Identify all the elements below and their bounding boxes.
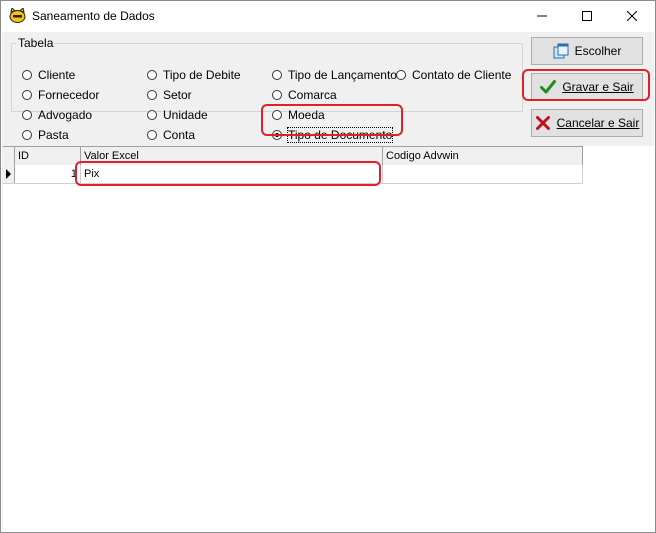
maximize-button[interactable] — [564, 1, 610, 31]
column-header-id[interactable]: ID — [15, 147, 81, 165]
radio-circle-icon — [22, 130, 32, 140]
radio-label: Setor — [163, 88, 192, 102]
copy-window-icon — [553, 43, 569, 59]
cancelar-e-sair-button[interactable]: Cancelar e Sair — [531, 109, 643, 137]
tabela-groupbox: Tabela Cliente Fornecedor Advogado Pasta — [11, 36, 523, 143]
radio-circle-icon — [22, 110, 32, 120]
minimize-button[interactable] — [519, 1, 565, 31]
radio-label: Cliente — [38, 68, 76, 82]
tabela-legend: Tabela — [18, 36, 54, 50]
close-button[interactable] — [609, 1, 655, 31]
radio-circle-icon — [147, 130, 157, 140]
radio-moeda[interactable]: Moeda — [272, 108, 325, 122]
radio-circle-icon — [272, 70, 282, 80]
radio-comarca[interactable]: Comarca — [272, 88, 337, 102]
radio-cliente[interactable]: Cliente — [22, 68, 75, 82]
table-row[interactable]: 1 Pix — [3, 165, 583, 184]
radio-label: Tipo de Debite — [163, 68, 241, 82]
radio-circle-icon — [272, 110, 282, 120]
radio-contato-de-cliente[interactable]: Contato de Cliente — [396, 68, 511, 82]
radio-tipo-de-documento[interactable]: Tipo de Documento — [272, 127, 394, 143]
current-row-indicator-icon — [3, 165, 15, 183]
radio-circle-icon — [22, 70, 32, 80]
radio-advogado[interactable]: Advogado — [22, 108, 92, 122]
x-cancel-icon — [535, 115, 551, 131]
radio-label: Unidade — [163, 108, 208, 122]
close-icon — [626, 8, 638, 24]
radio-circle-icon — [147, 110, 157, 120]
cell-id[interactable]: 1 — [15, 165, 81, 183]
radio-label: Advogado — [38, 108, 93, 122]
cell-valor-excel[interactable]: Pix — [81, 165, 383, 183]
maximize-icon — [582, 8, 592, 24]
data-grid[interactable]: ID Valor Excel Codigo Advwin 1 Pix — [3, 146, 655, 531]
radio-circle-icon — [147, 70, 157, 80]
cell-codigo-advwin[interactable] — [383, 165, 583, 183]
radio-label: Moeda — [288, 108, 325, 122]
radio-label: Tipo de Lançamento — [288, 68, 397, 82]
radio-circle-icon — [147, 90, 157, 100]
radio-label: Conta — [163, 128, 196, 142]
escolher-label: Escolher — [574, 44, 622, 58]
radio-label: Comarca — [288, 88, 337, 102]
radio-label: Tipo de Documento — [286, 127, 394, 143]
gravar-e-sair-button[interactable]: Gravar e Sair — [531, 73, 643, 101]
radio-circle-icon — [272, 90, 282, 100]
row-header-corner — [3, 147, 15, 165]
cancelar-e-sair-label: Cancelar e Sair — [556, 116, 640, 130]
radio-unidade[interactable]: Unidade — [147, 108, 208, 122]
radio-pasta[interactable]: Pasta — [22, 128, 69, 142]
radio-circle-icon — [396, 70, 406, 80]
window-title: Saneamento de Dados — [32, 9, 155, 23]
grid-header: ID Valor Excel Codigo Advwin — [3, 146, 583, 166]
dialog-client-area: Tabela Cliente Fornecedor Advogado Pasta — [2, 32, 655, 531]
radio-tipo-de-debite[interactable]: Tipo de Debite — [147, 68, 241, 82]
app-cat-icon — [9, 7, 26, 23]
check-icon — [540, 79, 557, 95]
radio-checked-icon — [272, 130, 282, 140]
radio-fornecedor[interactable]: Fornecedor — [22, 88, 99, 102]
gravar-e-sair-label: Gravar e Sair — [562, 80, 634, 94]
column-header-codigo-advwin[interactable]: Codigo Advwin — [383, 147, 583, 165]
dialog-window: Saneamento de Dados Tabela Cliente Forne… — [0, 0, 656, 533]
radio-label: Fornecedor — [38, 88, 100, 102]
title-bar: Saneamento de Dados — [1, 1, 655, 31]
radio-conta[interactable]: Conta — [147, 128, 195, 142]
radio-label: Contato de Cliente — [412, 68, 512, 82]
radio-label: Pasta — [38, 128, 69, 142]
escolher-button[interactable]: Escolher — [531, 37, 643, 65]
column-header-valor-excel[interactable]: Valor Excel — [81, 147, 383, 165]
radio-tipo-de-lancamento[interactable]: Tipo de Lançamento — [272, 68, 397, 82]
minimize-icon — [537, 8, 547, 24]
radio-circle-icon — [22, 90, 32, 100]
radio-setor[interactable]: Setor — [147, 88, 192, 102]
